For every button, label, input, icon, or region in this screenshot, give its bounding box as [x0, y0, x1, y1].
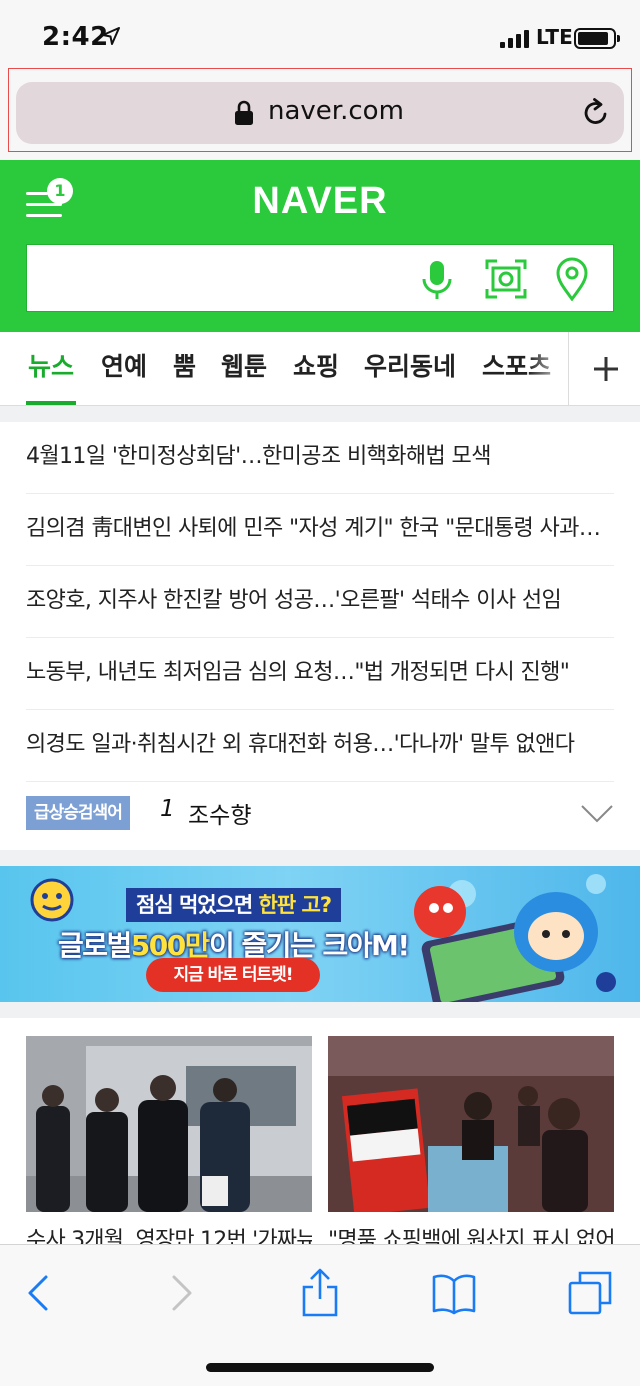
naver-logo[interactable]: NAVER [0, 180, 640, 223]
tab-entertainment[interactable]: 연예 [101, 332, 147, 405]
tab-news[interactable]: 뉴스 [25, 332, 77, 405]
section-divider [0, 406, 640, 422]
section-divider [0, 1002, 640, 1018]
lock-icon [235, 100, 253, 125]
photo-card-image [26, 1036, 312, 1212]
rising-keyword[interactable]: 조수향 [188, 796, 251, 830]
back-icon[interactable] [16, 1267, 64, 1319]
search-box [26, 244, 614, 312]
news-photo [328, 1036, 614, 1212]
ad-headline-highlight: 한판 고? [258, 893, 332, 917]
photo-card[interactable]: "명품 쇼핑백에 원산지 표시 없어" [328, 1036, 614, 1254]
home-indicator[interactable] [206, 1363, 434, 1372]
url-text: naver.com [268, 96, 404, 126]
tabs-icon[interactable] [566, 1267, 614, 1319]
chevron-down-icon[interactable] [580, 804, 614, 824]
news-photo [26, 1036, 312, 1212]
tab-ppum[interactable]: 뿜 [173, 332, 196, 405]
camera-lens-icon[interactable] [485, 259, 527, 299]
status-time: 2:42 [42, 22, 109, 52]
add-tab-button[interactable] [568, 332, 640, 405]
ad-headline-text: 점심 먹었으면 [136, 893, 259, 917]
rising-keyword-rank: 1 [160, 796, 175, 822]
reload-icon[interactable] [580, 97, 612, 129]
photo-news-cards: 수사 3개월, 영장만 12번 '가짜뉴스' "명품 쇼핑백에 원산지 표시 없… [0, 1018, 640, 1253]
signal-icon [500, 30, 530, 48]
section-tabs: 뉴스 연예 뿜 웹툰 쇼핑 우리동네 스포츠 [0, 332, 640, 406]
rising-keyword-row[interactable]: 급상승검색어 1 조수향 [0, 782, 640, 850]
tab-neighborhood[interactable]: 우리동네 [364, 332, 456, 405]
plus-icon [594, 357, 618, 381]
photo-card[interactable]: 수사 3개월, 영장만 12번 '가짜뉴스' [26, 1036, 312, 1254]
tab-webtoon[interactable]: 웹툰 [221, 332, 267, 405]
photo-card-image [328, 1036, 614, 1212]
ad-cta-button[interactable]: 지금 바로 터트렛! [146, 958, 320, 992]
browser-toolbar [0, 1244, 640, 1386]
game-logo-icon [30, 878, 74, 922]
address-bar[interactable]: naver.com [16, 82, 624, 144]
section-divider [0, 850, 640, 866]
network-label: LTE [536, 25, 573, 49]
news-list: 4월11일 '한미정상회담'…한미공조 비핵화해법 모색 김의겸 靑대변인 사퇴… [0, 422, 640, 850]
share-icon[interactable] [296, 1267, 344, 1319]
ad-subheadline-text: 글로벌 [58, 929, 132, 962]
microphone-icon[interactable] [419, 259, 455, 301]
news-item[interactable]: 4월11일 '한미정상회담'…한미공조 비핵화해법 모색 [26, 422, 614, 494]
ad-banner[interactable]: 점심 먹었으면 한판 고? 글로벌500만이 즐기는 크아M! 지금 바로 터트… [0, 866, 640, 1002]
forward-icon[interactable] [156, 1267, 204, 1319]
battery-icon [574, 28, 620, 49]
location-arrow-icon [102, 27, 120, 45]
rising-keyword-badge: 급상승검색어 [26, 796, 130, 830]
bookmarks-icon[interactable] [430, 1267, 478, 1319]
tab-fade [528, 332, 570, 405]
news-item[interactable]: 조양호, 지주사 한진칼 방어 성공…'오른팔' 석태수 이사 선임 [26, 566, 614, 638]
news-item[interactable]: 김의겸 靑대변인 사퇴에 민주 "자성 계기" 한국 "문대통령 사과해야" [26, 494, 614, 566]
browser-address-area: naver.com [0, 68, 640, 160]
ad-character-art [414, 874, 616, 1002]
naver-header: 1 NAVER [0, 160, 640, 332]
news-item[interactable]: 의경도 일과·취침시간 외 휴대전화 허용…'다나까' 말투 없앤다 [26, 710, 614, 782]
status-bar: 2:42 LTE [0, 0, 640, 68]
search-input[interactable] [37, 255, 417, 303]
tab-shopping[interactable]: 쇼핑 [293, 332, 339, 405]
news-item[interactable]: 노동부, 내년도 최저임금 심의 요청…"법 개정되면 다시 진행" [26, 638, 614, 710]
ad-headline: 점심 먹었으면 한판 고? [126, 888, 341, 922]
location-pin-icon[interactable] [555, 257, 589, 301]
